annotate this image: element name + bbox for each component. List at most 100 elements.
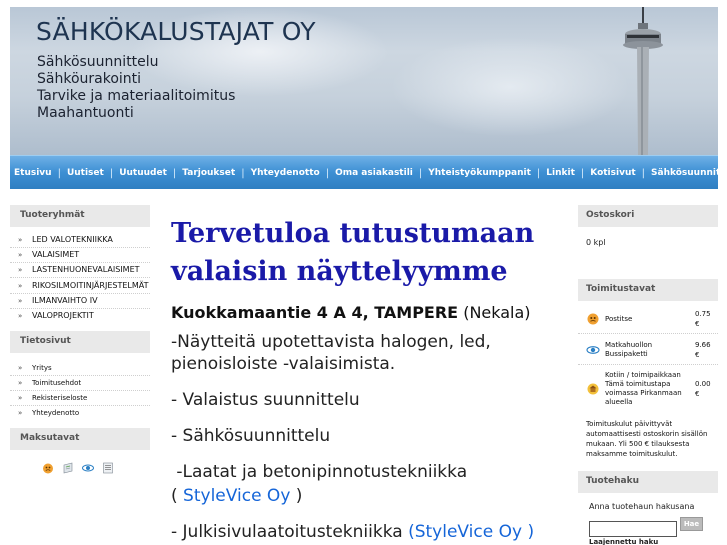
info-pages-list: » Yritys » Toimitusehdot » Rekisteriseloste… [10, 353, 150, 420]
tagline: Tarvike ja materiaalitoimitus [37, 88, 236, 104]
info-label[interactable]: Rekisteriseloste [32, 394, 87, 402]
info-item[interactable]: » Yhteydenotto [10, 406, 150, 420]
category-item[interactable]: » LED VALOTEKNIIKKA [10, 233, 150, 248]
nav-item-kotisivut[interactable]: Kotisivut [590, 168, 635, 178]
category-label[interactable]: LED VALOTEKNIIKKA [32, 235, 113, 244]
content-line: -Näytteitä upotettavista halogen, led, p… [171, 332, 491, 374]
category-label[interactable]: VALOPROJEKTIT [32, 311, 94, 320]
site-header: SÄHKÖKALUSTAJAT OY Sähkösuunnittelu Sähk… [10, 7, 718, 155]
content-line: - Valaistus suunnittelu [171, 390, 360, 410]
double-arrow-icon: » [18, 297, 23, 305]
nav-separator: | [641, 167, 646, 179]
shipping-price: 0.00 € [695, 380, 711, 398]
nav-separator: | [580, 167, 585, 179]
nav-item-yhteistyokumppanit[interactable]: Yhteistyökumppanit [428, 168, 531, 178]
site-title[interactable]: SÄHKÖKALUSTAJAT OY [36, 17, 316, 46]
category-item[interactable]: » LASTENHUONEVALAISIMET [10, 263, 150, 278]
welcome-heading: Tervetuloa tutustumaan valaisin näyttely… [171, 218, 535, 287]
nav-item-etusivu[interactable]: Etusivu [14, 168, 52, 178]
search-input[interactable] [589, 520, 677, 537]
nav-item-uutiset[interactable]: Uutiset [67, 168, 104, 178]
bank-transfer-icon [103, 462, 113, 474]
shipping-name: Kotiin / toimipaikkaan Tämä toimitustapa… [605, 371, 682, 406]
cart-title: Ostoskori [578, 205, 718, 227]
search-button[interactable]: Hae [680, 517, 703, 531]
nav-separator: | [536, 167, 541, 179]
right-sidebar: Ostoskori 0 kpl Toimitustavat Postitse 0… [578, 205, 718, 545]
double-arrow-icon: » [18, 379, 23, 387]
shipping-price: 0.75 € [695, 310, 711, 328]
shipping-title: Toimitustavat [578, 279, 718, 301]
nav-item-oma-asiakastili[interactable]: Oma asiakastili [335, 168, 413, 178]
nav-separator: | [418, 167, 423, 179]
category-label[interactable]: VALAISIMET [32, 250, 79, 259]
address-district: (Nekala) [458, 303, 531, 322]
shipping-name: Postitse [605, 314, 633, 323]
header-cloud [390, 37, 630, 137]
double-arrow-icon: » [18, 282, 23, 290]
info-item[interactable]: » Yritys [10, 361, 150, 376]
category-item[interactable]: » ILMANVAIHTO IV [10, 294, 150, 309]
content-line: -Laatat ja betonipinnotustekniikka [171, 462, 468, 482]
category-item[interactable]: » VALAISIMET [10, 248, 150, 263]
bus-parcel-icon [82, 464, 94, 472]
product-groups-title: Tuoteryhmät [10, 205, 150, 227]
category-item[interactable]: » RIKOSILMOITINJÄRJESTELMÄT [10, 278, 150, 294]
category-item[interactable]: » VALOPROJEKTIT [10, 309, 150, 323]
cash-on-delivery-icon [43, 463, 53, 474]
nav-separator: | [57, 167, 61, 179]
cart-count[interactable]: 0 kpl [578, 227, 718, 261]
shipping-option[interactable]: Matkahuollon Bussipaketti 9.66 € [578, 334, 718, 365]
paren-close: ) [290, 486, 303, 506]
left-sidebar: Tuoteryhmät » LED VALOTEKNIIKKA » VALAISIM… [10, 205, 150, 474]
nav-separator: | [325, 167, 330, 179]
stylevice-link[interactable]: StyleVice Oy [183, 486, 290, 506]
info-item[interactable]: » Toimitusehdot [10, 376, 150, 391]
main-content: Tervetuloa tutustumaan valaisin näyttely… [171, 215, 566, 543]
double-arrow-icon: » [18, 251, 23, 259]
info-label[interactable]: Yritys [32, 364, 52, 372]
double-arrow-icon: » [18, 364, 23, 372]
shipping-option[interactable]: Kotiin / toimipaikkaan Tämä toimitustapa… [578, 365, 718, 411]
invoice-icon [63, 462, 73, 474]
info-label[interactable]: Toimitusehdot [32, 379, 81, 387]
bus-parcel-icon [586, 346, 600, 354]
nav-separator: | [172, 167, 177, 179]
payment-methods-title: Maksutavat [10, 428, 150, 450]
shipping-note: Toimituskulut päivittyvät automaattisest… [586, 420, 708, 458]
info-label[interactable]: Yhteydenotto [32, 409, 79, 417]
shipping-option[interactable]: Postitse 0.75 € [578, 301, 718, 334]
facade-text: - Julkisivulaatoitustekniikka [171, 522, 409, 542]
content-line: - Sähkösuunnittelu [171, 426, 331, 446]
shipping-price: 9.66 € [695, 341, 711, 359]
payment-icons [10, 450, 150, 474]
home-delivery-icon [587, 383, 599, 395]
info-pages-title: Tietosivut [10, 331, 150, 353]
category-label[interactable]: RIKOSILMOITINJÄRJESTELMÄT [32, 281, 149, 290]
tagline: Sähkösuunnittelu [37, 54, 159, 70]
product-search-title: Tuotehaku [578, 471, 718, 493]
tagline: Sähköurakointi [37, 71, 142, 87]
nav-item-tarjoukset[interactable]: Tarjoukset [182, 168, 235, 178]
search-row: Hae [578, 516, 718, 537]
double-arrow-icon: » [18, 312, 23, 320]
showroom-address: Kuokkamaantie 4 A 4, TAMPERE (Nekala) [171, 303, 566, 322]
info-item[interactable]: » Rekisteriseloste [10, 391, 150, 406]
content-line: - Julkisivulaatoitustekniikka (StyleVice… [171, 521, 566, 543]
nav-separator: | [109, 167, 114, 179]
stylevice-link[interactable]: (StyleVice Oy ) [408, 522, 534, 542]
nav-separator: | [241, 167, 245, 179]
category-label[interactable]: ILMANVAIHTO IV [32, 296, 98, 305]
search-prompt: Anna tuotehaun hakusana [589, 502, 695, 511]
nav-item-yhteydenotto[interactable]: Yhteydenotto [251, 168, 320, 178]
nav-item-linkit[interactable]: Linkit [546, 168, 575, 178]
nav-item-uutuudet[interactable]: Uutuudet [119, 168, 167, 178]
tagline: Maahantuonti [37, 105, 134, 121]
nav-item-sahkosuunnittelu[interactable]: Sähkösuunnittelu [651, 168, 727, 178]
content-line: ( StyleVice Oy ) [171, 485, 566, 507]
paren-open: ( [171, 486, 184, 506]
category-label[interactable]: LASTENHUONEVALAISIMET [32, 265, 140, 274]
shipping-name: Matkahuollon Bussipaketti [605, 341, 653, 358]
address-street: Kuokkamaantie 4 A 4, TAMPERE [171, 303, 459, 322]
main-nav: Etusivu | Uutiset | Uutuudet | Tarjoukse… [10, 155, 727, 189]
